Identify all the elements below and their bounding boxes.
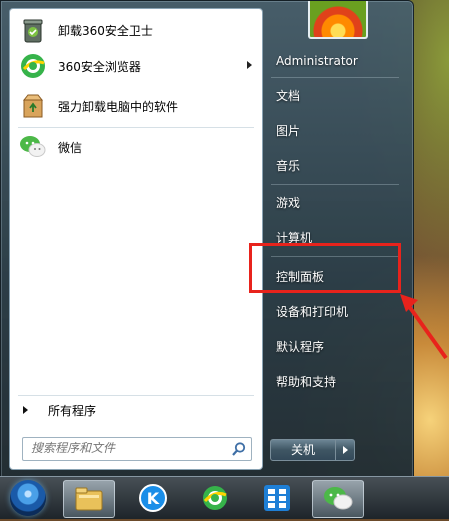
right-item-control-panel[interactable]: 控制面板 [267, 262, 406, 292]
all-programs-arrow-icon [23, 406, 28, 414]
wechat-icon [20, 136, 46, 157]
app-grid-icon [264, 485, 290, 511]
program-label: 卸载360安全卫士 [58, 23, 153, 38]
360-browser-icon [21, 54, 45, 78]
programs-pane: 卸载360安全卫士 360安全浏览器 强力卸载电脑中的软件 微信 所有程序 搜索… [9, 8, 263, 470]
program-separator [18, 127, 254, 128]
taskbar-file-explorer[interactable] [63, 480, 115, 518]
submenu-arrow-icon[interactable] [247, 61, 252, 69]
360-browser-icon [203, 486, 227, 510]
start-menu: 卸载360安全卫士 360安全浏览器 强力卸载电脑中的软件 微信 所有程序 搜索… [0, 0, 414, 478]
shutdown-options-button[interactable] [336, 439, 355, 461]
right-item-games[interactable]: 游戏 [267, 188, 406, 218]
right-separator [271, 77, 399, 78]
wechat-icon [324, 487, 353, 510]
taskbar-wechat[interactable] [312, 480, 364, 518]
right-separator [271, 184, 399, 185]
taskbar-kugou[interactable]: K [128, 480, 178, 516]
program-item-uninstall-360[interactable]: 卸载360安全卫士 [10, 13, 262, 47]
program-item-360-browser[interactable]: 360安全浏览器 [10, 49, 262, 83]
recycle-box-icon [22, 94, 44, 118]
taskbar-360-browser[interactable] [190, 480, 240, 516]
search-input[interactable] [23, 438, 231, 458]
right-item-documents[interactable]: 文档 [267, 81, 406, 111]
right-item-computer[interactable]: 计算机 [267, 223, 406, 253]
taskbar-app-grid[interactable] [252, 480, 302, 516]
right-item-help-support[interactable]: 帮助和支持 [267, 367, 406, 397]
search-box[interactable] [22, 437, 252, 461]
program-label: 微信 [58, 140, 83, 155]
shutdown-group: 关机 [270, 439, 355, 461]
all-programs-separator [18, 395, 254, 396]
all-programs-button[interactable]: 所有程序 [10, 399, 262, 421]
program-item-wechat[interactable]: 微信 [10, 130, 262, 164]
all-programs-label: 所有程序 [48, 403, 97, 418]
svg-text:K: K [147, 489, 160, 508]
user-account-picture[interactable] [308, 1, 368, 39]
search-icon[interactable] [231, 441, 247, 457]
right-separator [271, 256, 399, 257]
shutdown-button[interactable]: 关机 [270, 439, 336, 461]
kugou-music-icon: K [139, 484, 167, 512]
right-item-administrator[interactable]: Administrator [267, 46, 406, 76]
windows-start-orb-icon[interactable] [10, 480, 46, 516]
trash-can-icon [23, 19, 43, 43]
file-explorer-icon [75, 487, 103, 511]
program-item-force-uninstall[interactable]: 强力卸载电脑中的软件 [10, 89, 262, 123]
program-label: 强力卸载电脑中的软件 [58, 99, 179, 114]
right-item-default-programs[interactable]: 默认程序 [267, 332, 406, 362]
right-item-devices-printers[interactable]: 设备和打印机 [267, 297, 406, 327]
red-arrow-annotation-icon [400, 294, 448, 360]
right-item-pictures[interactable]: 图片 [267, 116, 406, 146]
program-label: 360安全浏览器 [58, 59, 141, 74]
right-item-music[interactable]: 音乐 [267, 151, 406, 181]
taskbar: K [0, 476, 449, 519]
chevron-right-icon [343, 446, 348, 454]
